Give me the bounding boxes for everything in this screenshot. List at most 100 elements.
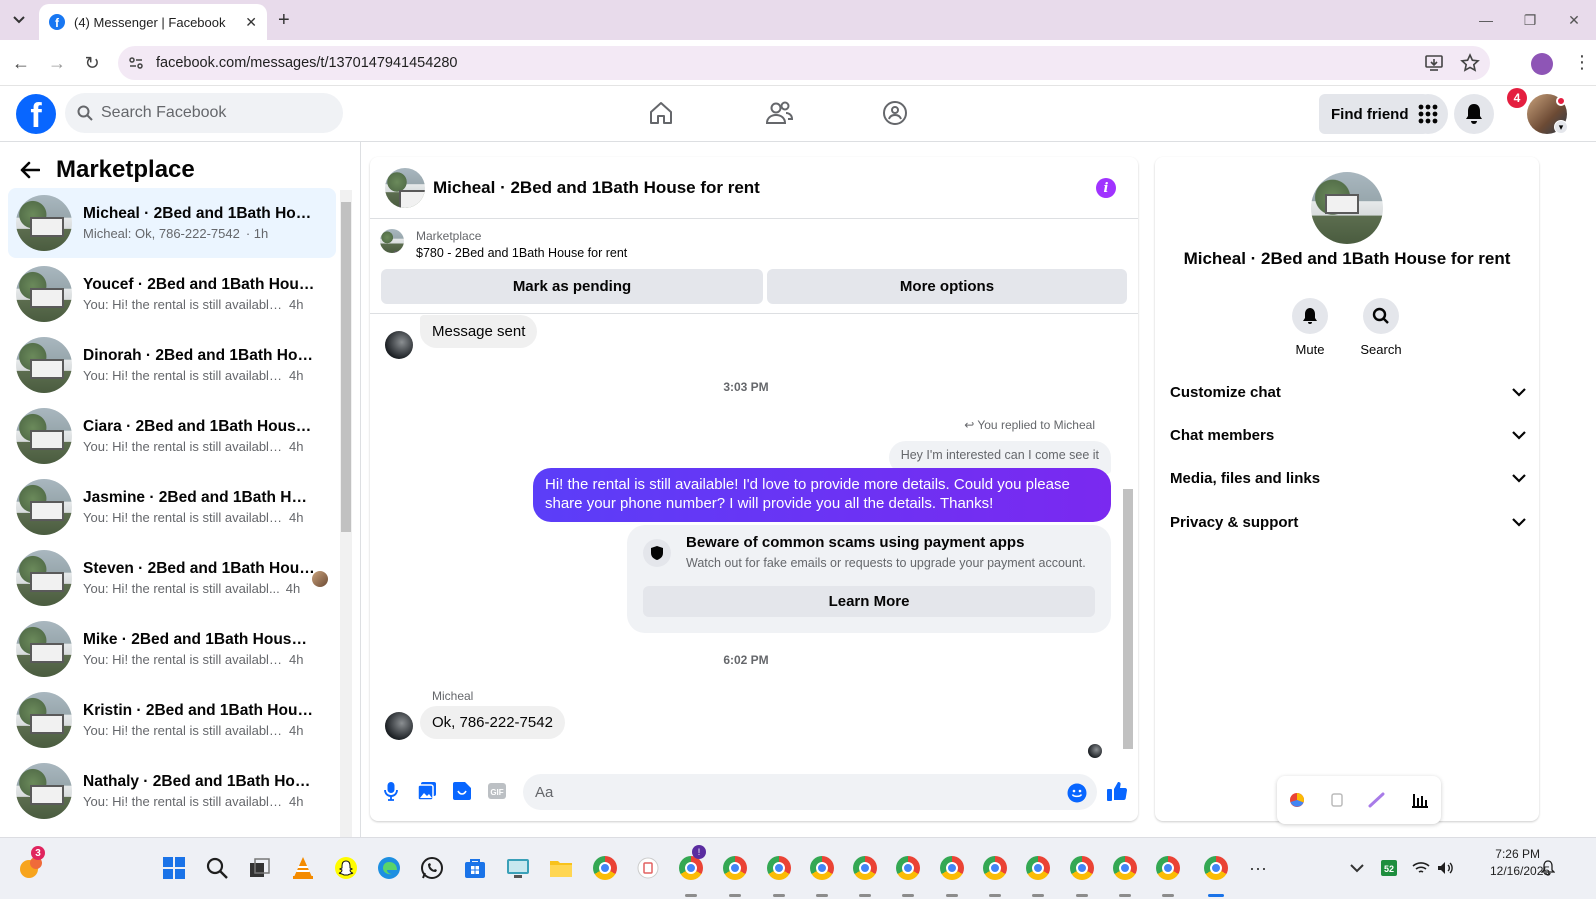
message-input[interactable] (523, 774, 1097, 810)
customize-chat-section[interactable]: Customize chat (1170, 372, 1526, 412)
media-files-links-section[interactable]: Media, files and links (1170, 458, 1526, 498)
whatsapp-icon[interactable] (418, 854, 446, 882)
browser-tab[interactable]: f (4) Messenger | Facebook ✕ (39, 4, 267, 40)
facebook-logo[interactable]: f (16, 94, 56, 134)
edge-icon[interactable] (375, 854, 403, 882)
file-explorer-icon[interactable] (547, 854, 575, 882)
sticker-icon[interactable] (452, 781, 472, 801)
chrome-window-icon[interactable] (1111, 854, 1139, 897)
conversation-item[interactable]: Steven · 2Bed and 1Bath Hous... You: Hi! … (8, 543, 336, 613)
chat-title[interactable]: Micheal · 2Bed and 1Bath House for rent (433, 178, 760, 198)
vlc-icon[interactable] (289, 854, 317, 882)
gif-icon[interactable]: GIF (487, 781, 507, 801)
microsoft-store-icon[interactable] (461, 854, 489, 882)
chrome-window-icon[interactable] (1202, 854, 1230, 897)
remote-desktop-icon[interactable] (504, 854, 532, 882)
notification-bell-icon[interactable] (1534, 854, 1562, 882)
reload-button[interactable]: ↻ (81, 53, 103, 74)
bar-chart-icon[interactable] (1411, 792, 1429, 808)
chrome-window-icon[interactable] (1024, 854, 1052, 897)
conversation-item[interactable]: Dinorah · 2Bed and 1Bath Hous... You: Hi!… (8, 330, 336, 400)
info-icon[interactable]: i (1096, 178, 1116, 198)
chevron-up-icon[interactable] (1343, 854, 1371, 882)
restore-button[interactable]: ❐ (1508, 0, 1552, 40)
back-arrow-icon[interactable] (20, 161, 40, 179)
like-icon[interactable] (1106, 780, 1128, 802)
chrome-profile-icon[interactable] (591, 854, 619, 882)
facebook-search[interactable] (65, 93, 343, 133)
search-input[interactable] (101, 104, 321, 122)
tray-app-icon[interactable]: 52 (1375, 854, 1403, 882)
eraser-icon[interactable] (1330, 792, 1344, 808)
conversation-item[interactable]: Youcef · 2Bed and 1Bath House ... You: Hi… (8, 259, 336, 329)
chrome-window-icon[interactable] (1068, 854, 1096, 897)
conversation-item[interactable]: Nathaly · 2Bed and 1Bath House... You: Hi… (8, 756, 336, 826)
groups-nav-icon[interactable] (882, 100, 908, 126)
close-window-button[interactable]: ✕ (1552, 0, 1596, 40)
chrome-window-icon[interactable] (894, 854, 922, 897)
marketplace-listing[interactable]: Marketplace $780 - 2Bed and 1Bath House … (380, 229, 627, 260)
contact-avatar[interactable] (385, 712, 413, 740)
more-options-button[interactable]: More options (767, 269, 1127, 304)
browser-menu-icon[interactable]: ⋮ (1573, 52, 1591, 73)
friends-nav-icon[interactable] (765, 100, 793, 126)
search-icon[interactable] (203, 854, 231, 882)
home-nav-icon[interactable] (648, 100, 674, 126)
search-conversation-button[interactable]: Search (1346, 298, 1416, 357)
minimize-button[interactable]: — (1464, 0, 1508, 40)
chevron-down-icon[interactable]: ▾ (1554, 120, 1568, 134)
address-bar[interactable]: facebook.com/messages/t/1370147941454280 (118, 46, 1490, 80)
seen-indicator-avatar (1088, 744, 1102, 758)
conversation-item[interactable]: Mike · 2Bed and 1Bath House fo... You: Hi… (8, 614, 336, 684)
search-label: Search (1360, 342, 1402, 357)
chrome-window-icon[interactable] (981, 854, 1009, 897)
mute-button[interactable]: Mute (1275, 298, 1345, 357)
contact-avatar-large[interactable] (1311, 172, 1383, 244)
chrome-window-icon[interactable] (808, 854, 836, 897)
forward-button[interactable]: → (46, 53, 68, 74)
chevron-down-icon (1512, 387, 1526, 397)
close-tab-icon[interactable]: ✕ (245, 14, 257, 31)
chrome-window-icon[interactable] (851, 854, 879, 897)
tab-search-button[interactable] (8, 9, 30, 31)
chrome-window-icon[interactable] (1154, 854, 1182, 897)
wifi-icon[interactable] (1407, 854, 1435, 882)
start-button[interactable] (160, 854, 188, 882)
page-scrollbar[interactable] (1584, 142, 1596, 854)
conversation-preview: You: Hi! the rental is still availabl... (83, 581, 280, 596)
message-text-field[interactable] (535, 783, 1055, 801)
browser-profile-icon[interactable] (1531, 53, 1553, 75)
chat-avatar[interactable] (385, 167, 425, 208)
emoji-icon[interactable] (1067, 783, 1087, 803)
color-picker-icon[interactable] (1289, 792, 1305, 808)
message-composer: GIF (370, 769, 1138, 821)
app-icon[interactable] (634, 854, 662, 882)
menu-grid-button[interactable] (1408, 94, 1448, 134)
contact-avatar[interactable] (385, 331, 413, 359)
mark-as-pending-button[interactable]: Mark as pending (381, 269, 763, 304)
scrollbar[interactable] (340, 190, 352, 854)
chrome-window-icon[interactable] (938, 854, 966, 897)
more-apps-icon[interactable]: ··· (1244, 854, 1272, 882)
task-view-icon[interactable] (246, 854, 274, 882)
notifications-button[interactable] (1454, 94, 1494, 134)
microphone-icon[interactable] (384, 781, 398, 801)
snapchat-icon[interactable] (332, 854, 360, 882)
new-tab-button[interactable]: + (278, 9, 290, 31)
chrome-window-icon[interactable] (765, 854, 793, 897)
pen-icon[interactable] (1368, 792, 1386, 808)
conversation-item[interactable]: Jasmine · 2Bed and 1Bath House... You: Hi… (8, 472, 336, 542)
chat-panel: Micheal · 2Bed and 1Bath House for rent … (370, 157, 1138, 821)
scrollbar[interactable] (1122, 317, 1134, 759)
chrome-window-icon[interactable] (721, 854, 749, 897)
conversation-item[interactable]: Ciara · 2Bed and 1Bath House fo... You: H… (8, 401, 336, 471)
learn-more-button[interactable]: Learn More (643, 586, 1095, 617)
system-clock[interactable]: 7:26 PM 12/16/2025 (1490, 846, 1550, 880)
chat-members-section[interactable]: Chat members (1170, 415, 1526, 455)
conversation-item[interactable]: Kristin · 2Bed and 1Bath House f... You: … (8, 685, 336, 755)
volume-icon[interactable] (1432, 854, 1460, 882)
back-button[interactable]: ← (10, 53, 32, 74)
privacy-support-section[interactable]: Privacy & support (1170, 502, 1526, 542)
photo-icon[interactable] (417, 781, 437, 801)
conversation-item[interactable]: Micheal · 2Bed and 1Bath House... Micheal… (8, 188, 336, 258)
